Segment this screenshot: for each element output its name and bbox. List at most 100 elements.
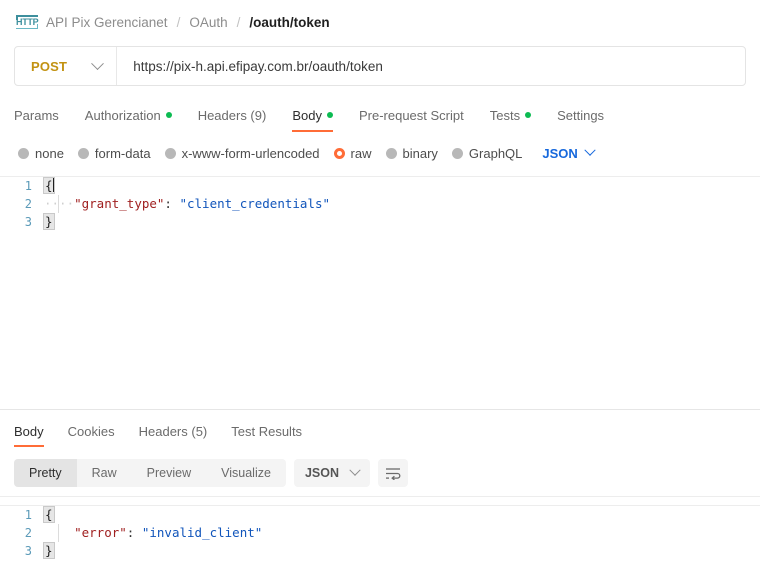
- tab-pre-request-script-label: Pre-request Script: [358, 107, 464, 123]
- response-view-switcher: Pretty Raw Preview Visualize: [14, 459, 286, 487]
- radio-selected-icon: [333, 147, 345, 159]
- body-type-urlencoded[interactable]: x-www-form-urlencoded: [164, 145, 320, 161]
- status-dot-icon: [326, 112, 333, 118]
- tab-pre-request-script[interactable]: Pre-request Script: [346, 98, 477, 132]
- open-brace: {: [43, 506, 55, 523]
- tab-tests-label: Tests: [489, 107, 521, 123]
- response-tab-cookies-label: Cookies: [67, 423, 115, 439]
- response-tab-test-results[interactable]: Test Results: [219, 415, 314, 447]
- json-space: [134, 525, 142, 540]
- line-number: 2: [24, 197, 32, 211]
- body-type-form-data[interactable]: form-data: [77, 145, 151, 161]
- request-tab-bar: Params Authorization Headers (9) Body Pr…: [0, 98, 760, 132]
- tab-body-label: Body: [292, 107, 322, 123]
- breadcrumb: HTTP API Pix Gerencianet / OAuth / /oaut…: [0, 0, 760, 44]
- response-format-dropdown[interactable]: JSON: [293, 459, 370, 487]
- code-content: }: [43, 213, 55, 231]
- json-value: "client_credentials": [179, 196, 330, 211]
- code-line: 3 }: [0, 213, 760, 231]
- code-content: }: [43, 542, 55, 560]
- radio-icon: [451, 147, 463, 159]
- chevron-down-icon: [349, 464, 361, 476]
- code-line: 3 }: [0, 542, 760, 560]
- line-number: 1: [24, 508, 32, 522]
- url-bar: POST: [14, 46, 746, 86]
- tab-settings-label: Settings: [557, 107, 605, 123]
- body-type-urlencoded-label: x-www-form-urlencoded: [181, 145, 320, 161]
- response-view-raw-label: Raw: [91, 466, 117, 480]
- response-tab-cookies[interactable]: Cookies: [56, 415, 127, 447]
- body-type-binary[interactable]: binary: [385, 145, 438, 161]
- method-dropdown[interactable]: POST: [15, 47, 118, 85]
- response-view-visualize[interactable]: Visualize: [206, 459, 286, 487]
- close-brace: }: [43, 213, 55, 230]
- code-content: {: [43, 506, 55, 524]
- response-view-pretty-label: Pretty: [29, 466, 62, 480]
- code-line: 1 {: [0, 506, 760, 524]
- body-format-dropdown[interactable]: JSON: [542, 144, 596, 161]
- json-key: "error": [74, 525, 127, 540]
- word-wrap-icon: [386, 468, 401, 480]
- code-line: 1 {: [0, 177, 760, 195]
- response-tab-body[interactable]: Body: [14, 415, 56, 447]
- json-value: "invalid_client": [141, 525, 263, 540]
- body-type-raw-label: raw: [350, 145, 372, 161]
- tab-params-label: Params: [14, 107, 59, 123]
- response-tab-headers-label: Headers (5): [138, 423, 208, 439]
- response-tab-headers[interactable]: Headers (5): [127, 415, 220, 447]
- body-type-raw[interactable]: raw: [333, 145, 372, 161]
- radio-icon: [18, 147, 29, 159]
- status-dot-icon: [165, 112, 172, 118]
- response-view-preview[interactable]: Preview: [132, 459, 206, 487]
- response-view-pretty[interactable]: Pretty: [14, 459, 77, 487]
- json-key: "grant_type": [74, 196, 165, 211]
- response-toolbar: Pretty Raw Preview Visualize JSON: [0, 456, 760, 490]
- url-input[interactable]: [117, 58, 745, 74]
- response-body-divider: [0, 496, 760, 497]
- radio-icon: [385, 147, 397, 159]
- tab-params[interactable]: Params: [14, 98, 72, 132]
- status-dot-icon: [525, 112, 532, 118]
- tab-settings[interactable]: Settings: [544, 98, 617, 132]
- response-tab-body-label: Body: [14, 423, 44, 439]
- tab-headers[interactable]: Headers (9): [185, 98, 280, 132]
- code-content: ····"grant_type": "client_credentials": [44, 195, 330, 213]
- chevron-down-icon: [91, 56, 105, 70]
- chevron-down-icon: [584, 144, 596, 156]
- response-body-viewer[interactable]: 1 { 2 "error": "invalid_client" 3 }: [0, 505, 760, 563]
- line-number: 3: [24, 215, 32, 229]
- tab-tests[interactable]: Tests: [477, 98, 544, 132]
- json-colon: :: [164, 196, 172, 211]
- close-brace: }: [43, 542, 55, 559]
- code-line: 2 "error": "invalid_client": [0, 524, 760, 542]
- method-label: POST: [31, 58, 68, 74]
- response-view-preview-label: Preview: [146, 466, 192, 480]
- code-content: "error": "invalid_client": [44, 524, 262, 542]
- response-tab-test-results-label: Test Results: [231, 423, 303, 439]
- body-type-selector: none form-data x-www-form-urlencoded raw…: [0, 138, 760, 168]
- response-view-raw[interactable]: Raw: [77, 459, 132, 487]
- body-type-graphql[interactable]: GraphQL: [451, 145, 523, 161]
- response-format-label: JSON: [304, 466, 339, 480]
- tab-body[interactable]: Body: [279, 98, 346, 132]
- breadcrumb-request[interactable]: /oauth/token: [249, 15, 329, 30]
- breadcrumb-collection[interactable]: API Pix Gerencianet: [46, 15, 168, 30]
- radio-icon: [164, 147, 176, 159]
- body-type-binary-label: binary: [402, 145, 438, 161]
- body-type-graphql-label: GraphQL: [468, 145, 523, 161]
- line-number: 1: [24, 179, 32, 193]
- tab-authorization[interactable]: Authorization: [72, 98, 185, 132]
- body-type-form-data-label: form-data: [94, 145, 151, 161]
- body-type-none-label: none: [35, 145, 64, 161]
- panel-divider[interactable]: [0, 409, 760, 410]
- breadcrumb-folder[interactable]: OAuth: [189, 15, 227, 30]
- word-wrap-button[interactable]: [378, 459, 408, 487]
- response-tab-bar: Body Cookies Headers (5) Test Results: [0, 415, 760, 447]
- request-body-editor[interactable]: 1 { 2 ····"grant_type": "client_credenti…: [0, 176, 760, 398]
- body-type-none[interactable]: none: [18, 146, 64, 161]
- body-format-label: JSON: [542, 145, 578, 161]
- breadcrumb-separator-1: /: [176, 14, 181, 30]
- code-content: {: [43, 177, 55, 195]
- text-caret: [52, 178, 54, 192]
